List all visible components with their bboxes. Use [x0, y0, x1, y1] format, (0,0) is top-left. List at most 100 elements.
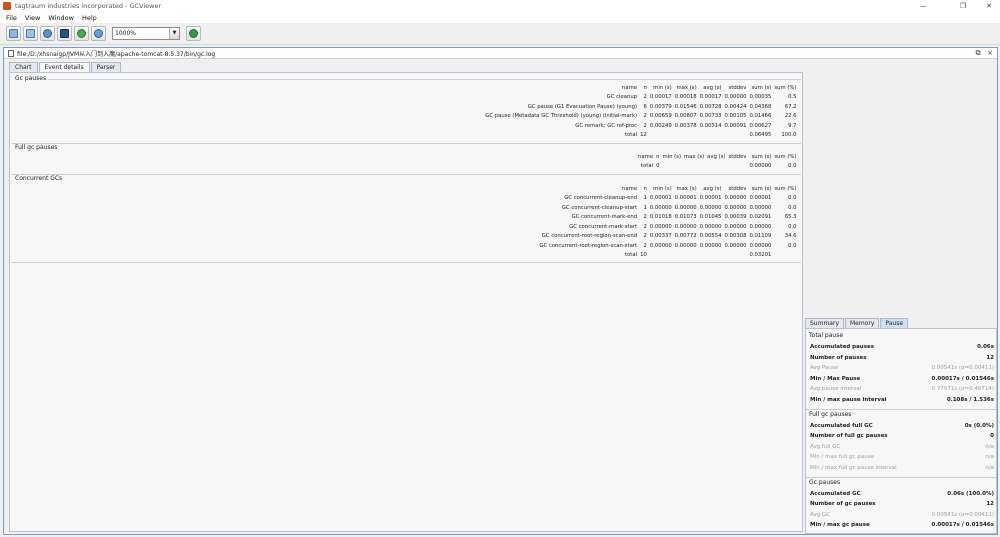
table-cell [673, 251, 698, 261]
about-icon [94, 29, 103, 38]
document-window: file:/D:/xhsnaigp/JVM从入门到入魔/apache-tomca… [3, 47, 998, 535]
zoom-value: 1000% [115, 30, 136, 37]
table-cell: max (s) [684, 153, 705, 160]
table-cell: 0.01045 [699, 214, 722, 221]
summary-value: 12 [986, 501, 994, 508]
summary-label: Min / Max Pause [810, 375, 861, 382]
table-cell: stddev [728, 185, 747, 192]
table-cell: 0.00039 [724, 214, 747, 221]
table-cell [773, 251, 798, 261]
table-cell [723, 131, 748, 141]
table-cell: 0.00424 [724, 103, 747, 110]
restore-button[interactable]: ❐ [952, 0, 974, 12]
summary-label: Accumulated full GC [810, 422, 873, 429]
summary-value: n/a [985, 443, 994, 450]
open-file-button[interactable] [6, 26, 21, 41]
table-cell: 2 [643, 214, 647, 221]
tab-chart[interactable]: Chart [9, 62, 38, 72]
table-cell: 0.0 [788, 204, 797, 211]
table-cell: 0.00001 [699, 195, 722, 202]
table-cell: sum (%) [774, 185, 797, 192]
summary-label: Avg GC [810, 511, 831, 518]
summary-row: Accumulated pauses 0.06s [810, 342, 994, 352]
table-cell: 0.00554 [699, 233, 722, 240]
tab-parser[interactable]: Parser [90, 62, 122, 72]
table-cell: 2 [643, 94, 647, 101]
table-cell: stddev [728, 84, 747, 91]
summary-row: Accumulated GC 0.06s (100.0%) [810, 489, 994, 499]
about-button[interactable] [91, 26, 106, 41]
table-cell: 0.00733 [699, 113, 722, 120]
watch-button[interactable] [74, 26, 89, 41]
tab-pause[interactable]: Pause [880, 318, 909, 328]
summary-value: 0.00017s / 0.01546s [931, 375, 995, 382]
table-cell: 22.6 [784, 113, 797, 120]
table-cell: 0.04368 [749, 103, 772, 110]
table-cell: 12 [640, 132, 647, 139]
table-cell: 0.00001 [749, 195, 772, 202]
menu-file[interactable]: File [6, 14, 17, 22]
table-cell: avg (s) [707, 153, 726, 160]
table-cell [727, 162, 748, 172]
table-cell: n [643, 84, 647, 91]
table-cell: 2 [643, 233, 647, 240]
table-cell: 0.00017 [699, 94, 722, 101]
summary-label: Min / max pause interval [810, 397, 887, 403]
table-row: GC concurrent-mark-start 2 0.00000 0.00000 0… [538, 222, 798, 232]
table-row: GC cleanup 2 0.00017 0.00018 0.00017 0.00000 0… [484, 93, 798, 103]
summary-label: Accumulated GC [810, 490, 861, 497]
menu-window[interactable]: Window [48, 14, 74, 22]
concurrent-gcs-section: Concurrent GCs name n min (s) max (s) avg (s… [12, 174, 801, 264]
tab-summary[interactable]: Summary [805, 318, 844, 328]
summary-value: 0.00017s / 0.01546s [931, 522, 995, 529]
close-button[interactable]: ✕ [978, 0, 1000, 12]
table-cell: 1 [643, 204, 647, 211]
table-cell: sum (%) [774, 153, 797, 160]
zoom-select[interactable]: 1000% ▼ [112, 27, 180, 40]
export-button[interactable] [57, 26, 72, 41]
table-cell: 6 [643, 103, 647, 110]
open-url-button[interactable] [23, 26, 38, 41]
app-logo-icon [3, 2, 11, 10]
summary-row: Min / max full gc pause n/a [810, 452, 994, 462]
table-row: GC concurrent-root-region-scan-start 2 0.0… [538, 241, 798, 251]
menu-help[interactable]: Help [82, 14, 97, 22]
section-title: Concurrent GCs [15, 175, 63, 182]
table-cell: GC remark; GC ref-proc [575, 122, 638, 129]
tab-memory[interactable]: Memory [845, 318, 880, 328]
table-cell: name [622, 185, 638, 192]
refresh-button[interactable] [40, 26, 55, 41]
menu-view[interactable]: View [25, 14, 40, 22]
summary-group-title: Gc pauses [809, 478, 841, 486]
table-cell: GC concurrent-cleanup-start [561, 204, 638, 211]
table-cell: 67.2 [784, 103, 797, 110]
section-title: Full gc pauses [15, 144, 58, 151]
table-header: name n min (s) max (s) avg (s) stddev sum (s) s… [484, 83, 798, 93]
document-close-button[interactable]: × [986, 49, 994, 57]
minimize-button[interactable]: — [912, 0, 934, 12]
table-cell: 0.00000 [649, 223, 672, 230]
table-cell: GC concurrent-cleanup-end [564, 195, 638, 202]
table-cell: 0.00000 [724, 223, 747, 230]
summary-label: Avg Pause [810, 365, 839, 372]
table-cell: name [638, 153, 654, 160]
table-cell: 0.00000 [674, 204, 697, 211]
table-cell: GC pause (Metadata GC Threshold) (young)… [485, 113, 638, 120]
summary-value: 0 [990, 433, 994, 440]
legend-button[interactable] [186, 26, 201, 41]
watch-icon [77, 29, 86, 38]
table-cell: 100.0 [781, 132, 797, 139]
chevron-down-icon[interactable]: ▼ [169, 28, 179, 39]
summary-value: 0.06s [977, 344, 994, 350]
document-path: file:/D:/xhsnaigp/JVM从入门到入魔/apache-tomca… [17, 50, 216, 58]
legend-icon [189, 29, 198, 38]
summary-value: 0.06s (100.0%) [947, 490, 994, 497]
table-cell: 0.00017 [649, 94, 672, 101]
document-restore-button[interactable]: ⧉ [974, 49, 982, 57]
table-cell: 65.3 [784, 214, 797, 221]
table-cell [706, 162, 727, 172]
table-cell: 0.01018 [649, 214, 672, 221]
table-cell: 0.00249 [649, 122, 672, 129]
table-cell: 9.7 [788, 122, 797, 129]
table-cell [648, 251, 673, 261]
